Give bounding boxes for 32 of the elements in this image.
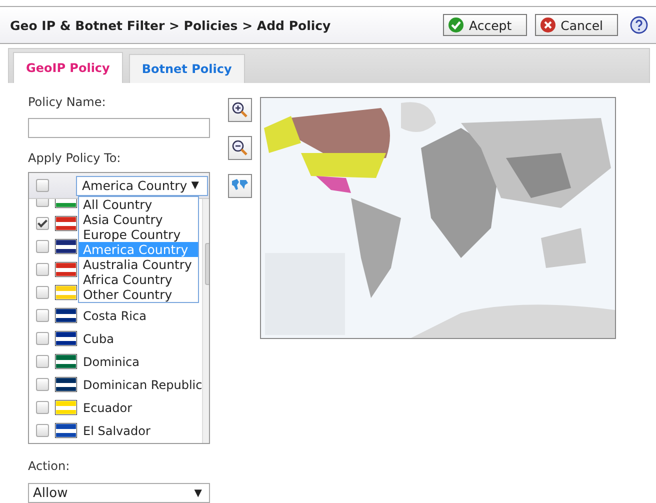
help-icon[interactable] <box>630 16 648 34</box>
policy-name-field[interactable] <box>28 118 210 138</box>
country-name: Cuba <box>83 332 114 346</box>
country-name: Costa Rica <box>83 308 146 322</box>
zoom-out-button[interactable] <box>228 136 252 160</box>
dropdown-option[interactable]: Asia Country <box>79 212 198 227</box>
zoom-in-icon <box>231 101 249 119</box>
tab[interactable]: GeoIP Policy <box>13 52 123 83</box>
dropdown-option[interactable]: All Country <box>79 197 198 212</box>
scrollbar[interactable] <box>202 199 209 443</box>
country-name: El Salvador <box>83 424 150 438</box>
country-name: Dominican Republic <box>83 378 202 392</box>
field-label: Apply Policy To: <box>28 151 122 165</box>
country-name: Dominica <box>83 354 140 368</box>
world-map-button[interactable] <box>228 174 252 198</box>
action-select[interactable]: Allow ▼ <box>28 483 210 503</box>
group-select[interactable]: America Country ▼ <box>76 176 208 196</box>
field-label: Action: <box>28 459 71 473</box>
dropdown-option[interactable]: Africa Country <box>79 272 198 287</box>
dropdown-option[interactable]: Europe Country <box>79 227 198 242</box>
close-icon <box>540 17 556 33</box>
accept-button[interactable]: Accept <box>443 14 527 36</box>
cancel-button[interactable]: Cancel <box>534 14 618 36</box>
zoom-out-icon <box>231 139 249 157</box>
checkmark-icon <box>448 17 464 33</box>
field-label: Policy Name: <box>28 95 107 109</box>
breadcrumb: Geo IP & Botnet Filter > Policies > Add Policy <box>10 18 332 32</box>
dropdown-option[interactable]: Australia Country <box>79 257 198 272</box>
country-name: Ecuador <box>83 400 132 414</box>
dropdown-option[interactable]: Other Country <box>79 287 198 302</box>
zoom-in-button[interactable] <box>228 98 252 122</box>
tab[interactable]: Botnet Policy <box>128 54 245 83</box>
